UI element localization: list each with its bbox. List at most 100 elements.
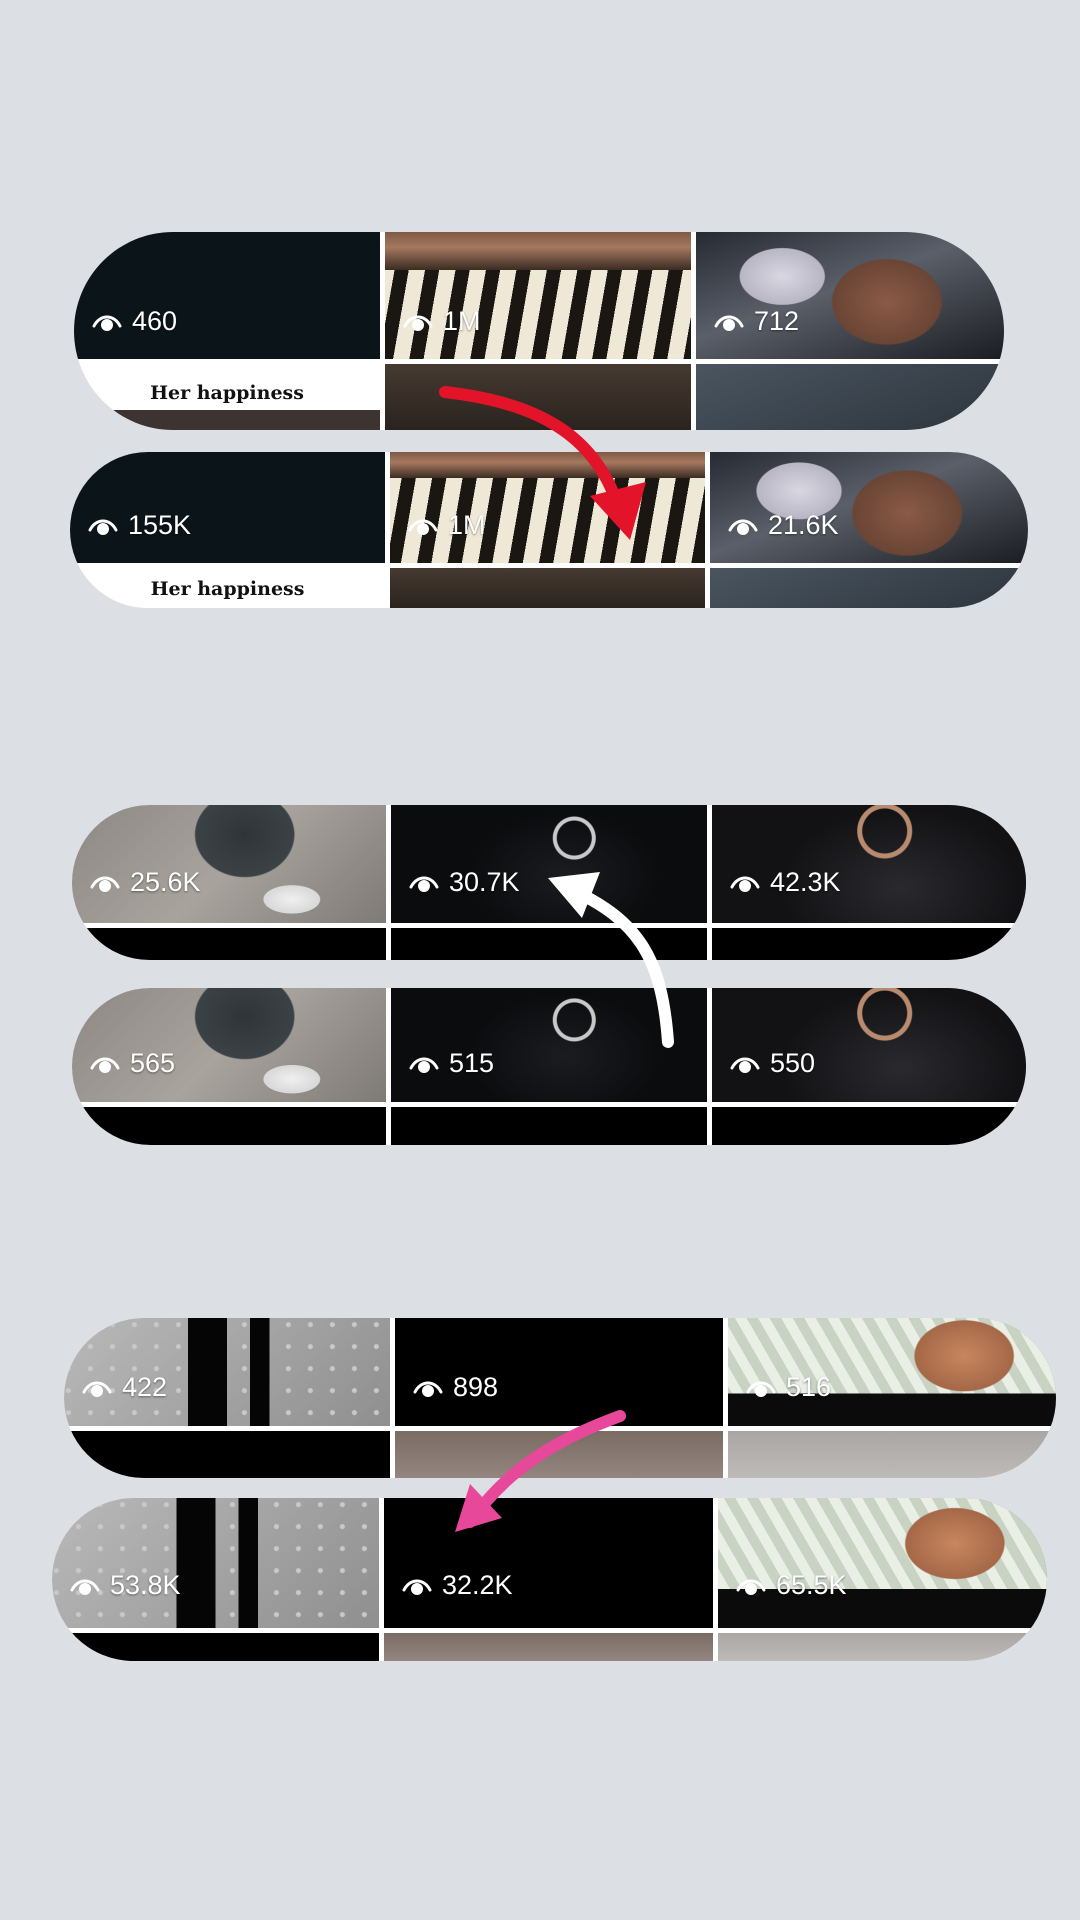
video-grid-strip: 460 1M 712 Her happiness	[74, 232, 1004, 430]
view-count: 65.5K	[736, 1570, 847, 1601]
video-thumbnail[interactable]: 155K	[70, 452, 385, 563]
view-count: 42.3K	[730, 867, 841, 898]
view-count: 155K	[88, 510, 191, 541]
view-count-text: 42.3K	[770, 867, 841, 897]
view-count-text: 65.5K	[776, 1570, 847, 1600]
thumbnail-image	[385, 232, 691, 270]
view-count: 422	[82, 1372, 167, 1403]
video-thumbnail[interactable]	[395, 1431, 723, 1478]
video-thumbnail[interactable]	[712, 1107, 1026, 1145]
view-count: 516	[746, 1372, 831, 1403]
video-grid-strip: 565 515 550	[72, 988, 1026, 1145]
video-thumbnail[interactable]: 515	[391, 988, 707, 1102]
eye-icon	[90, 876, 120, 892]
video-thumbnail[interactable]	[391, 928, 707, 960]
view-count: 30.7K	[409, 867, 520, 898]
view-count-text: 515	[449, 1048, 495, 1078]
video-thumbnail[interactable]: 25.6K	[72, 805, 386, 923]
eye-icon	[403, 315, 433, 331]
video-thumbnail[interactable]: 42.3K	[712, 805, 1026, 923]
video-thumbnail[interactable]: Her happiness	[74, 364, 380, 430]
view-count-text: 25.6K	[130, 867, 201, 897]
view-count-text: 565	[130, 1048, 176, 1078]
video-grid-strip: 155K 1M 21.6K Her happiness	[70, 452, 1028, 608]
video-thumbnail[interactable]	[391, 1107, 707, 1145]
eye-icon	[409, 876, 439, 892]
eye-icon	[714, 315, 744, 331]
view-count-text: 550	[770, 1048, 816, 1078]
video-thumbnail[interactable]	[72, 928, 386, 960]
video-grid-strip: 53.8K 32.2K 65.5K	[52, 1498, 1047, 1661]
video-thumbnail[interactable]	[390, 568, 705, 608]
eye-icon	[736, 1579, 766, 1595]
video-thumbnail[interactable]: 32.2K	[384, 1498, 713, 1628]
video-thumbnail[interactable]: 550	[712, 988, 1026, 1102]
video-thumbnail[interactable]: 712	[696, 232, 1004, 359]
view-count: 712	[714, 306, 799, 337]
video-thumbnail[interactable]: Her happiness	[70, 568, 385, 608]
video-thumbnail[interactable]	[696, 364, 1004, 430]
video-thumbnail[interactable]: 1M	[385, 232, 691, 359]
thumbnail-caption: Her happiness	[150, 382, 304, 404]
eye-icon	[92, 315, 122, 331]
eye-icon	[408, 519, 438, 535]
thumbnail-image	[718, 1498, 1047, 1628]
view-count-text: 21.6K	[768, 510, 839, 540]
eye-icon	[413, 1381, 443, 1397]
video-thumbnail[interactable]	[52, 1633, 379, 1661]
view-count-text: 1M	[443, 306, 481, 336]
thumbnail-image	[390, 452, 705, 478]
view-count: 515	[409, 1048, 494, 1079]
view-count-text: 53.8K	[110, 1570, 181, 1600]
eye-icon	[730, 1057, 760, 1073]
video-thumbnail[interactable]	[384, 1633, 713, 1661]
view-count: 1M	[408, 510, 486, 541]
video-thumbnail[interactable]: 65.5K	[718, 1498, 1047, 1628]
eye-icon	[90, 1057, 120, 1073]
view-count-text: 422	[122, 1372, 168, 1402]
view-count-text: 30.7K	[449, 867, 520, 897]
video-thumbnail[interactable]	[710, 568, 1028, 608]
view-count: 25.6K	[90, 867, 201, 898]
view-count-text: 32.2K	[442, 1570, 513, 1600]
video-thumbnail[interactable]	[718, 1633, 1047, 1661]
video-thumbnail[interactable]	[72, 1107, 386, 1145]
eye-icon	[402, 1579, 432, 1595]
thumbnail-caption: Her happiness	[150, 578, 305, 600]
view-count: 565	[90, 1048, 175, 1079]
eye-icon	[746, 1381, 776, 1397]
eye-icon	[730, 876, 760, 892]
video-thumbnail[interactable]: 460	[74, 232, 380, 359]
video-thumbnail[interactable]	[712, 928, 1026, 960]
video-thumbnail[interactable]	[728, 1431, 1056, 1478]
view-count-text: 712	[754, 306, 800, 336]
eye-icon	[88, 519, 118, 535]
view-count: 898	[413, 1372, 498, 1403]
video-thumbnail[interactable]: 1M	[390, 452, 705, 563]
view-count: 550	[730, 1048, 815, 1079]
eye-icon	[70, 1579, 100, 1595]
eye-icon	[409, 1057, 439, 1073]
video-thumbnail[interactable]: 30.7K	[391, 805, 707, 923]
view-count-text: 460	[132, 306, 178, 336]
view-count-text: 155K	[128, 510, 192, 540]
eye-icon	[82, 1381, 112, 1397]
view-count-text: 516	[786, 1372, 832, 1402]
video-thumbnail[interactable]: 21.6K	[710, 452, 1028, 563]
video-thumbnail[interactable]: 53.8K	[52, 1498, 379, 1628]
video-grid-strip: 25.6K 30.7K 42.3K	[72, 805, 1026, 960]
video-thumbnail[interactable]: 516	[728, 1318, 1056, 1426]
view-count-text: 1M	[448, 510, 486, 540]
view-count: 53.8K	[70, 1570, 181, 1601]
view-count: 1M	[403, 306, 481, 337]
video-thumbnail[interactable]	[64, 1431, 390, 1478]
eye-icon	[728, 519, 758, 535]
view-count: 21.6K	[728, 510, 839, 541]
view-count: 32.2K	[402, 1570, 513, 1601]
video-grid-strip: 422 898 516	[64, 1318, 1056, 1478]
video-thumbnail[interactable]	[385, 364, 691, 430]
video-thumbnail[interactable]: 422	[64, 1318, 390, 1426]
video-thumbnail[interactable]: 898	[395, 1318, 723, 1426]
video-thumbnail[interactable]: 565	[72, 988, 386, 1102]
view-count: 460	[92, 306, 177, 337]
